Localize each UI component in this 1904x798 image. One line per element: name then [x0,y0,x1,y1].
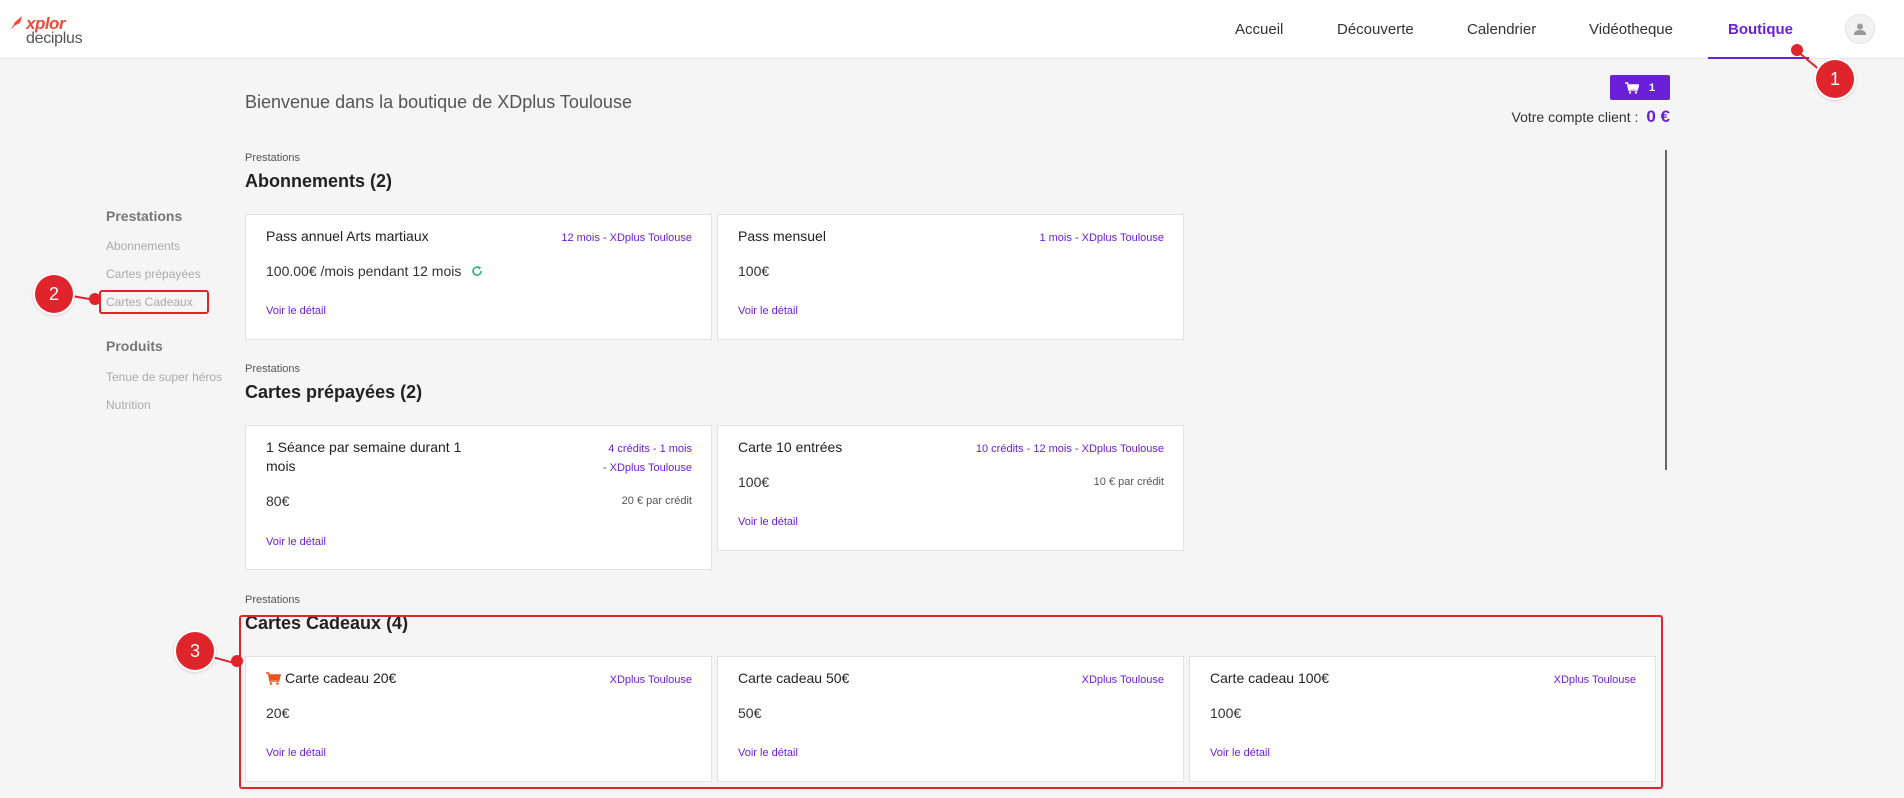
card-meta-line1: 4 crédits - 1 mois [608,443,692,455]
product-card[interactable]: Carte 10 entrées 10 crédits - 12 mois - … [717,425,1184,551]
welcome-message: Bienvenue dans la boutique de XDplus Tou… [245,92,632,112]
active-tab-indicator [1708,57,1809,59]
annotation-box-sidebar [99,290,209,314]
client-account: Votre compte client : 0 € [1500,107,1670,127]
client-account-label: Votre compte client : [1511,109,1639,125]
card-title: Pass annuel Arts martiaux [266,228,429,244]
card-price: 100€ [738,474,770,490]
nav-calendrier[interactable]: Calendrier [1467,21,1536,38]
nav-decouverte[interactable]: Découverte [1337,21,1414,38]
xplor-deciplus-logo[interactable]: xplor deciplus [8,12,98,48]
client-account-amount: 0 € [1646,107,1670,126]
sidebar-heading-produits: Produits [106,338,163,354]
cart-icon [1624,81,1639,94]
annotation-badge-3: 3 [176,632,214,670]
sidebar-item-nutrition[interactable]: Nutrition [106,398,151,412]
sidebar-item-abonnements[interactable]: Abonnements [106,239,180,253]
cart-count: 1 [1648,81,1656,94]
scrollbar[interactable] [1665,150,1667,470]
voir-le-detail-link[interactable]: Voir le détail [266,536,326,548]
card-title-line1: 1 Séance par semaine durant 1 [266,439,462,455]
rocket-icon [11,16,22,29]
logo-bottom-text: deciplus [26,30,83,47]
card-meta: 1 mois - XDplus Toulouse [1039,232,1164,244]
nav-videotheque[interactable]: Vidéotheque [1589,21,1673,38]
product-card[interactable]: Pass mensuel 1 mois - XDplus Toulouse 10… [717,214,1184,340]
nav-boutique[interactable]: Boutique [1728,21,1793,38]
card-meta: 4 crédits - 1 mois - XDplus Toulouse [603,440,692,478]
card-title: Carte 10 entrées [738,439,843,455]
voir-le-detail-link[interactable]: Voir le détail [738,305,798,317]
user-account-button[interactable] [1845,14,1875,44]
card-price-per-credit: 20 € par crédit [621,495,692,507]
section-title-cartes-prepayees: Cartes prépayées (2) [245,382,423,402]
card-title: Pass mensuel [738,228,826,244]
card-meta-line2: - XDplus Toulouse [602,462,692,474]
card-price-per-credit: 10 € par crédit [1093,476,1164,488]
annotation-box-cartes-cadeaux [239,615,1663,789]
voir-le-detail-link[interactable]: Voir le détail [266,305,326,317]
annotation-badge-1: 1 [1816,60,1854,98]
user-icon [1854,23,1866,35]
annotation-badge-2: 2 [35,275,73,313]
section-title-abonnements: Abonnements (2) [245,171,393,191]
refresh-icon [472,266,483,276]
section-label: Prestations [245,594,301,606]
card-title: 1 Séance par semaine durant 1 mois [266,438,461,476]
top-header: xplor deciplus Accueil Découverte Calend… [0,0,1904,59]
voir-le-detail-link[interactable]: Voir le détail [738,516,798,528]
annotation-dot [89,293,101,305]
product-card[interactable]: Pass annuel Arts martiaux 12 mois - XDpl… [245,214,712,340]
annotation-dot [231,655,243,667]
sidebar-item-tenue-super-heros[interactable]: Tenue de super héros [106,370,222,384]
cart-button[interactable]: 1 [1610,75,1670,100]
card-meta: 12 mois - XDplus Toulouse [561,232,692,244]
annotation-dot [1791,44,1803,56]
product-card[interactable]: 1 Séance par semaine durant 1 mois 4 cré… [245,425,712,570]
card-price: 80€ [266,493,290,509]
card-price: 100.00€ /mois pendant 12 mois [266,263,483,279]
card-meta: 10 crédits - 12 mois - XDplus Toulouse [975,443,1164,455]
section-label: Prestations [245,152,301,164]
card-price-text: 100.00€ /mois pendant 12 mois [266,263,462,279]
card-price: 100€ [738,263,770,279]
section-label: Prestations [245,363,301,375]
card-title-line2: mois [266,458,296,474]
sidebar-item-cartes-prepayees[interactable]: Cartes prépayées [106,267,201,281]
nav-accueil[interactable]: Accueil [1235,21,1283,38]
sidebar-heading-prestations: Prestations [106,208,183,224]
